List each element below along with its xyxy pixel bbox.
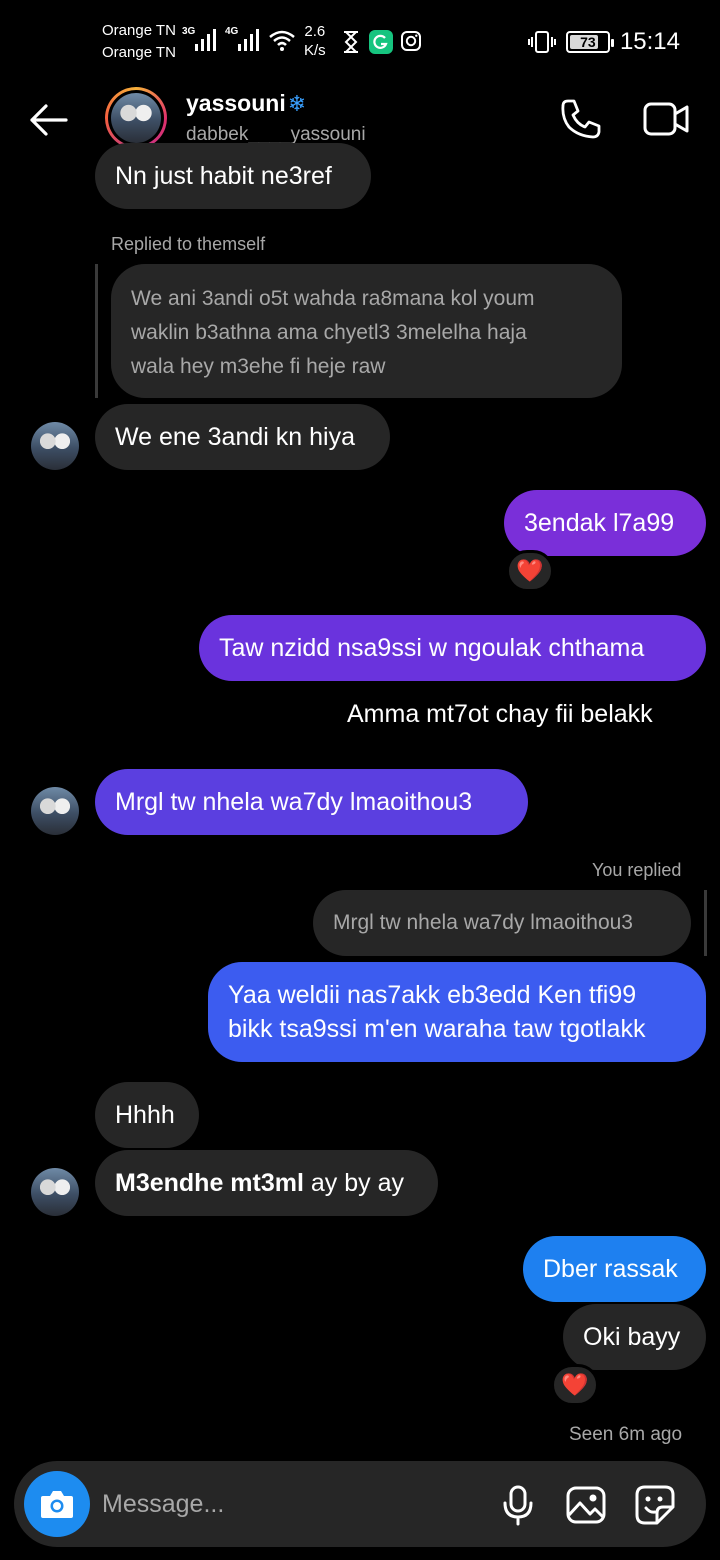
gallery-image-icon[interactable] bbox=[564, 1483, 608, 1527]
message-composer bbox=[14, 1461, 706, 1547]
battery-level: 73 bbox=[580, 34, 596, 50]
phone-call-icon[interactable] bbox=[558, 96, 604, 142]
quote-line: We ani 3andi o5t wahda ra8mana kol youm bbox=[131, 287, 535, 310]
app-notification-icon bbox=[369, 30, 393, 54]
carrier-labels: Orange TN Orange TN bbox=[102, 20, 176, 64]
sender-avatar[interactable] bbox=[31, 787, 79, 835]
carrier-1: Orange TN bbox=[102, 22, 176, 39]
signal-icon bbox=[195, 29, 216, 51]
back-arrow-icon[interactable] bbox=[26, 98, 70, 142]
quoted-message[interactable]: Mrgl tw nhela wa7dy lmaoithou3 bbox=[313, 890, 691, 956]
sent-message[interactable]: Taw nzidd nsa9ssi w ngoulak chthama bbox=[199, 615, 706, 681]
snowflake-badge-icon: ❄ bbox=[287, 90, 307, 116]
instagram-notification-icon bbox=[401, 31, 421, 51]
message-bold-text: M3endhe mt3ml bbox=[115, 1169, 304, 1197]
speed-value: 2.6 bbox=[304, 23, 326, 40]
reaction-emoji: ❤️ bbox=[516, 558, 544, 583]
quote-line: waklin b3athna ama chyetl3 3melelha haja bbox=[131, 321, 527, 344]
heart-reaction-icon[interactable]: ❤️ bbox=[506, 550, 554, 592]
video-call-icon[interactable] bbox=[642, 96, 690, 142]
battery-icon: 73 bbox=[565, 31, 614, 53]
sent-message-no-bubble[interactable]: Amma mt7ot chay fii belakk bbox=[347, 700, 653, 729]
sender-avatar[interactable] bbox=[31, 1168, 79, 1216]
received-message[interactable]: Hhhh bbox=[95, 1082, 199, 1148]
status-right: 73 15:14 bbox=[527, 28, 680, 56]
network-speed: 2.6 K/s bbox=[304, 22, 326, 60]
reply-quote-bar bbox=[95, 264, 98, 398]
seen-status: Seen 6m ago bbox=[569, 1424, 683, 1445]
contact-name[interactable]: yassouni ❄ bbox=[186, 90, 306, 117]
clock: 15:14 bbox=[619, 28, 680, 55]
sent-message[interactable]: Oki bayy bbox=[563, 1304, 706, 1370]
speed-unit: K/s bbox=[304, 42, 326, 59]
contact-avatar[interactable] bbox=[105, 87, 167, 149]
sent-message[interactable]: Yaa weldii nas7akk eb3edd Ken tfi99 bikk… bbox=[208, 962, 706, 1062]
sent-message[interactable]: Dber rassak bbox=[523, 1236, 706, 1302]
received-message[interactable]: We ene 3andi kn hiya bbox=[95, 404, 390, 470]
vibrate-icon bbox=[527, 31, 556, 53]
quoted-message[interactable]: We ani 3andi o5t wahda ra8mana kol youm … bbox=[111, 264, 622, 398]
heart-reaction-icon[interactable]: ❤️ bbox=[551, 1364, 599, 1406]
microphone-icon[interactable] bbox=[496, 1483, 540, 1527]
sent-message[interactable]: 3endak l7a99 bbox=[504, 490, 706, 556]
reply-context-label: You replied bbox=[592, 860, 682, 880]
contact-name-text: yassouni bbox=[186, 90, 286, 116]
reply-context-label: Replied to themself bbox=[111, 234, 266, 254]
reply-quote-bar bbox=[704, 890, 707, 956]
message-line: bikk tsa9ssi m'en waraha taw tgotlakk bbox=[228, 1015, 646, 1043]
message-text: ay by ay bbox=[303, 1169, 404, 1197]
status-bar: Orange TN Orange TN 3G 4G 2.6 K/s 73 15:… bbox=[0, 0, 720, 84]
received-message[interactable]: M3endhe mt3ml ay by ay bbox=[95, 1150, 438, 1216]
quote-line: wala hey m3ehe fi heje raw bbox=[131, 355, 386, 378]
received-message[interactable]: Mrgl tw nhela wa7dy lmaoithou3 bbox=[95, 769, 528, 835]
wifi-icon bbox=[269, 30, 295, 51]
sticker-icon[interactable] bbox=[633, 1483, 677, 1527]
message-line: Yaa weldii nas7akk eb3edd Ken tfi99 bbox=[228, 981, 637, 1009]
carrier-2: Orange TN bbox=[102, 44, 176, 61]
camera-icon bbox=[41, 1491, 73, 1518]
signal-icon bbox=[238, 29, 259, 51]
hourglass-icon bbox=[344, 31, 358, 53]
sender-avatar[interactable] bbox=[31, 422, 79, 470]
received-message[interactable]: Nn just habit ne3ref bbox=[95, 143, 371, 209]
message-input[interactable] bbox=[102, 1481, 482, 1527]
reaction-emoji: ❤️ bbox=[561, 1372, 589, 1397]
camera-button[interactable] bbox=[24, 1471, 90, 1537]
